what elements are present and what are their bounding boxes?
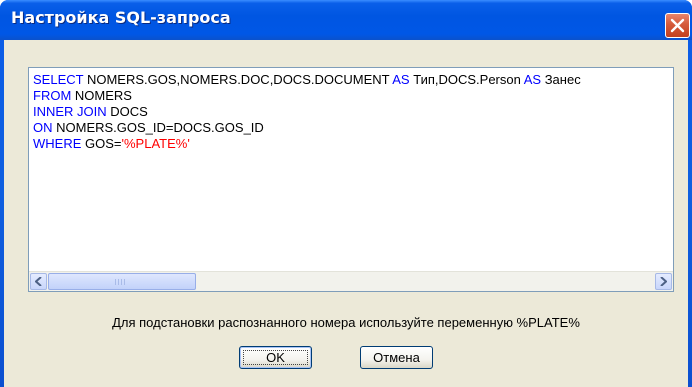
dialog-title: Настройка SQL-запроса	[11, 8, 231, 27]
sql-keyword: FROM	[33, 88, 72, 103]
code-line: INNER JOIN DOCS	[33, 104, 671, 120]
title-bar[interactable]: Настройка SQL-запроса	[0, 0, 692, 40]
close-button[interactable]	[665, 13, 690, 38]
dialog-body: SELECT NOMERS.GOS,NOMERS.DOC,DOCS.DOCUME…	[4, 40, 688, 387]
scroll-left-button[interactable]	[30, 273, 47, 290]
ok-button[interactable]: OK	[239, 346, 312, 369]
sql-keyword: SELECT	[33, 72, 84, 87]
cancel-button-label: Отмена	[373, 350, 420, 365]
code-line: WHERE GOS='%PLATE%'	[33, 136, 671, 152]
sql-keyword: AS	[392, 72, 410, 87]
scrollbar-thumb[interactable]	[48, 273, 196, 290]
code-line: ON NOMERS.GOS_ID=DOCS.GOS_ID	[33, 120, 671, 136]
sql-text: DOCS	[106, 104, 148, 119]
sql-text: NOMERS.GOS,NOMERS.DOC,DOCS.DOCUMENT	[83, 72, 393, 87]
sql-text: GOS=	[81, 136, 122, 151]
sql-keyword: INNER JOIN	[33, 104, 107, 119]
sql-keyword: ON	[33, 120, 53, 135]
arrow-left-icon	[35, 277, 42, 286]
arrow-right-icon	[660, 277, 667, 286]
sql-keyword: WHERE	[33, 136, 82, 151]
plate-variable-hint: Для подстановки распознанного номера исп…	[112, 315, 580, 330]
sql-text: Занес	[541, 72, 581, 87]
sql-text: NOMERS.GOS_ID=DOCS.GOS_ID	[52, 120, 264, 135]
cancel-button[interactable]: Отмена	[360, 346, 433, 369]
sql-text: NOMERS	[71, 88, 132, 103]
code-line: SELECT NOMERS.GOS,NOMERS.DOC,DOCS.DOCUME…	[33, 72, 671, 88]
sql-code-area[interactable]: SELECT NOMERS.GOS,NOMERS.DOC,DOCS.DOCUME…	[33, 72, 671, 271]
scroll-right-button[interactable]	[655, 273, 672, 290]
sql-text: Тип,DOCS.Person	[409, 72, 524, 87]
sql-settings-dialog: Настройка SQL-запроса SELECT NOMERS.GOS,…	[0, 0, 692, 387]
close-icon	[670, 18, 685, 33]
grip-icon	[115, 279, 127, 285]
sql-string: '%PLATE%'	[121, 136, 190, 151]
sql-query-editor[interactable]: SELECT NOMERS.GOS,NOMERS.DOC,DOCS.DOCUME…	[28, 67, 674, 292]
code-line: FROM NOMERS	[33, 88, 671, 104]
horizontal-scrollbar[interactable]	[29, 271, 673, 291]
sql-keyword: AS	[523, 72, 542, 87]
focus-rectangle	[243, 350, 308, 365]
